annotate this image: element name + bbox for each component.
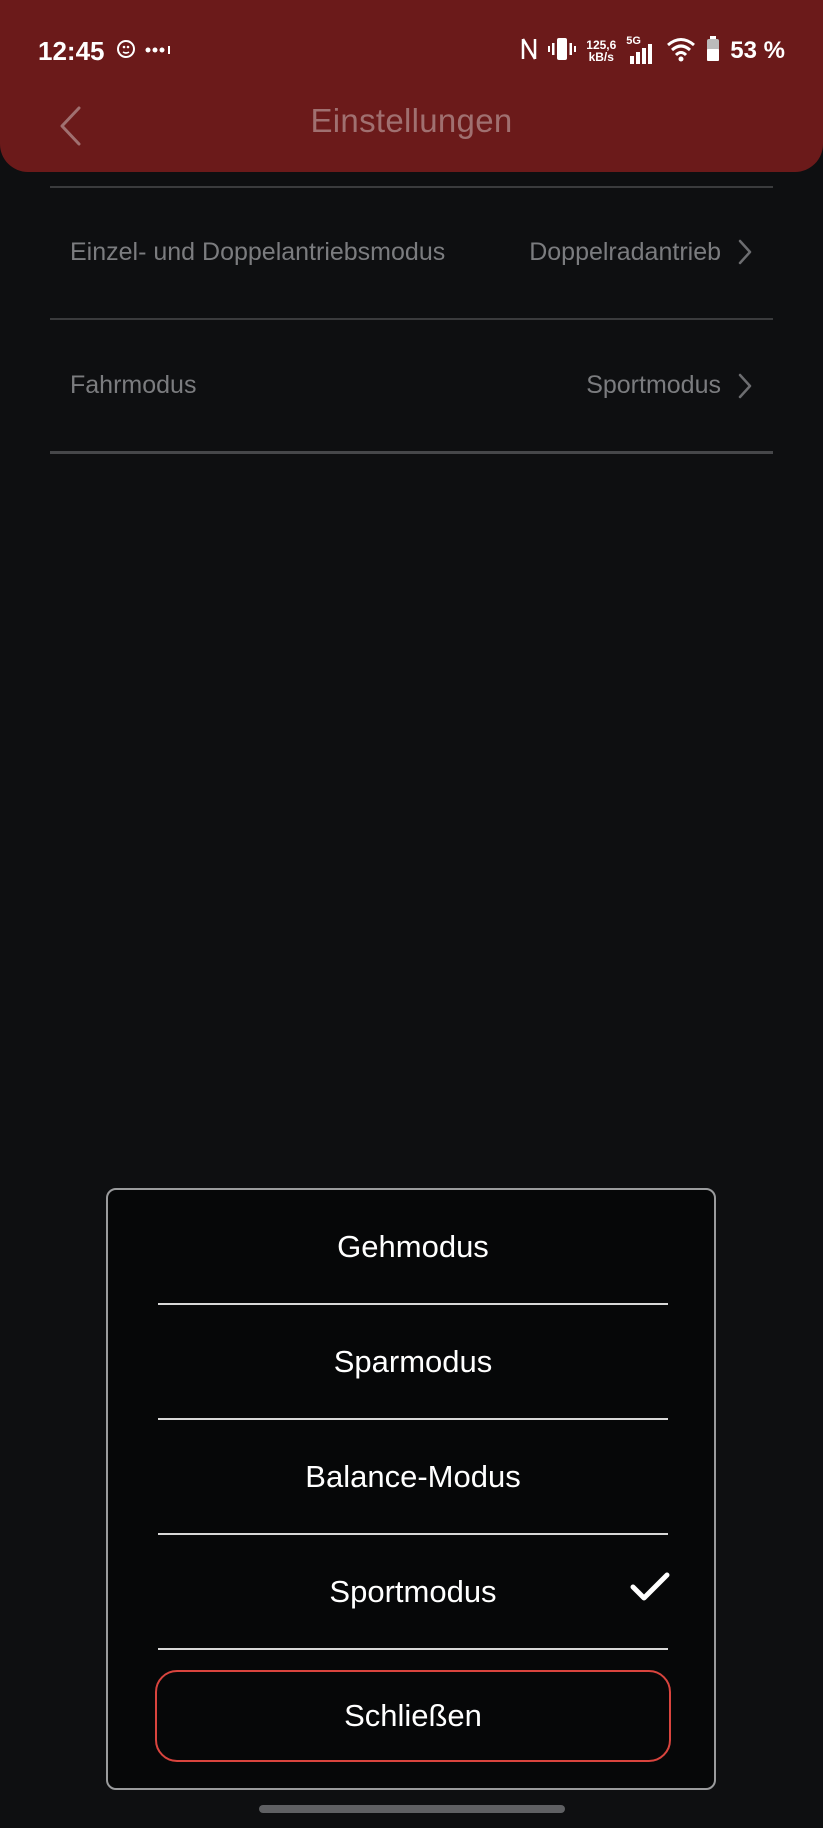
status-bar: 12:45 125,6 kB/s 5G 53 % — [0, 0, 823, 100]
page-title: Einstellungen — [310, 102, 513, 139]
chevron-right-icon — [738, 239, 752, 265]
settings-list: Einzel- und Doppelantriebsmodus Doppelra… — [50, 186, 773, 454]
setting-value-group: Sportmodus — [586, 371, 753, 400]
setting-label: Fahrmodus — [70, 371, 197, 399]
status-right: 125,6 kB/s 5G 53 % — [520, 35, 785, 67]
option-eco-mode[interactable]: Sparmodus — [158, 1305, 668, 1420]
battery-percent: 53 % — [730, 37, 785, 64]
network-speed-unit: kB/s — [588, 50, 614, 64]
setting-value: Doppelradantrieb — [529, 237, 721, 266]
more-notifications-icon — [144, 42, 172, 60]
chevron-right-icon — [738, 373, 752, 398]
wifi-icon — [666, 36, 696, 67]
option-balance-mode[interactable]: Balance-Modus — [158, 1420, 668, 1535]
setting-riding-mode[interactable]: Fahrmodus Sportmodus — [50, 320, 773, 454]
battery-icon — [706, 35, 720, 67]
vibrate-icon — [548, 36, 577, 67]
setting-value: Sportmodus — [586, 371, 721, 399]
mode-picker-dialog: Gehmodus Sparmodus Balance-Modus Sportmo… — [106, 1188, 716, 1790]
lion-app-icon — [116, 38, 136, 65]
signal-strength-icon: 5G — [626, 36, 656, 66]
network-speed: 125,6 kB/s — [586, 39, 616, 63]
option-label: Sportmodus — [329, 1573, 497, 1609]
setting-label: Einzel- und Doppelantriebsmodus — [70, 237, 446, 266]
app-header: 12:45 125,6 kB/s 5G 53 % Einstellungen — [0, 0, 823, 172]
setting-drive-mode[interactable]: Einzel- und Doppelantriebsmodus Doppelra… — [50, 186, 773, 320]
checkmark-icon — [630, 1571, 670, 1608]
status-left-icons — [116, 38, 172, 64]
option-walking-mode[interactable]: Gehmodus — [158, 1190, 668, 1305]
close-button[interactable]: Schließen — [155, 1670, 671, 1762]
home-indicator[interactable] — [259, 1805, 565, 1813]
option-label: Sparmodus — [333, 1343, 493, 1379]
option-label: Balance-Modus — [305, 1458, 521, 1494]
option-label: Gehmodus — [337, 1228, 489, 1264]
nfc-icon — [520, 36, 538, 67]
setting-value-group: Doppelradantrieb — [529, 238, 753, 267]
option-sport-mode[interactable]: Sportmodus — [158, 1535, 670, 1650]
status-time: 12:45 — [38, 36, 105, 66]
